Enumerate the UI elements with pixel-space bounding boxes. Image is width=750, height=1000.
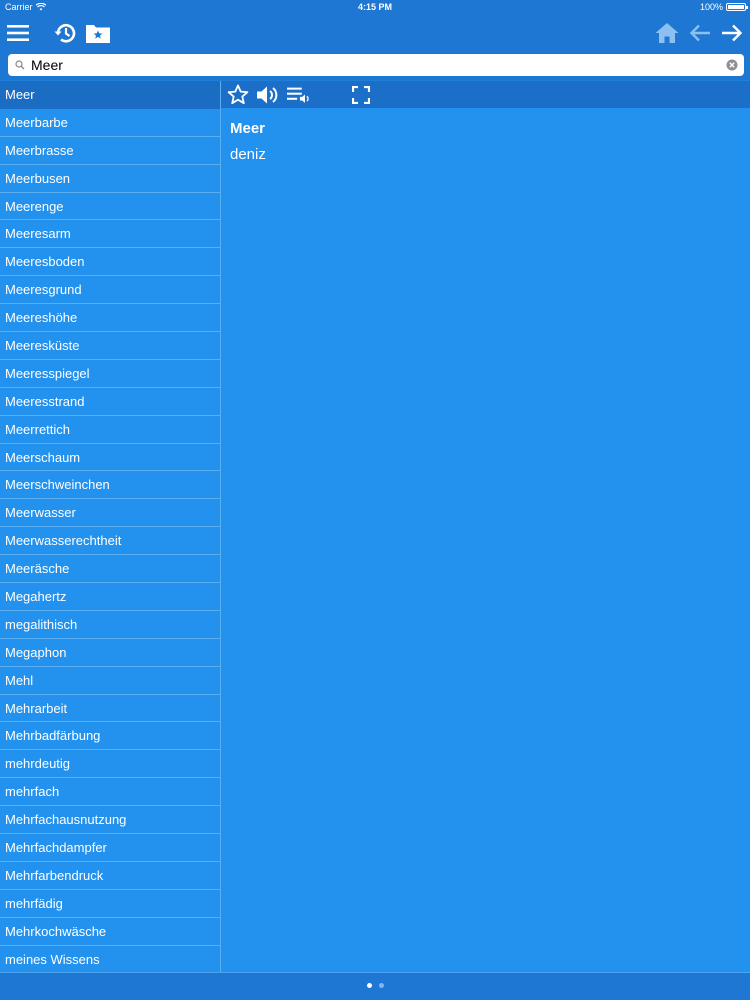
star-icon[interactable] [226, 83, 250, 107]
word-list-item[interactable]: meines Wissens [0, 946, 220, 972]
word-list-item[interactable]: Meerbarbe [0, 109, 220, 137]
word-list-item[interactable]: Mehrfarbendruck [0, 862, 220, 890]
word-list-item[interactable]: Meeresküste [0, 332, 220, 360]
battery-percent: 100% [699, 2, 723, 12]
word-list-item[interactable]: Mehl [0, 667, 220, 695]
word-list-item[interactable]: Meereshöhe [0, 304, 220, 333]
word-list-item[interactable]: Meerbrasse [0, 137, 220, 165]
search-input[interactable] [28, 55, 724, 75]
navigation-bar [0, 14, 750, 52]
word-list-item[interactable]: Meer [0, 81, 220, 109]
word-list-item[interactable]: Meerwasserechtheit [0, 527, 220, 556]
word-list-item[interactable]: Meeresboden [0, 248, 220, 277]
clear-search-icon[interactable] [724, 57, 740, 73]
search-bar [0, 52, 750, 80]
back-arrow-icon[interactable] [687, 20, 713, 46]
word-list-item[interactable]: Meerbusen [0, 165, 220, 193]
word-list-item[interactable]: Meeresstrand [0, 388, 220, 416]
page-indicator [0, 983, 750, 988]
entry-toolbar [221, 81, 750, 108]
entry-translation: deniz [230, 146, 266, 163]
word-list-item[interactable]: Mehrarbeit [0, 695, 220, 723]
word-list-item[interactable]: Meeresgrund [0, 276, 220, 305]
word-list-item[interactable]: Meeresspiegel [0, 360, 220, 388]
entry-detail-pane: Meer deniz [221, 108, 750, 972]
menu-icon[interactable] [5, 20, 31, 46]
page-dot[interactable] [366, 983, 372, 988]
bookmark-folder-icon[interactable] [85, 20, 111, 46]
word-list-item[interactable]: Mehrkochwäsche [0, 918, 220, 946]
word-list-item[interactable]: Meerrettich [0, 416, 220, 444]
word-list-item[interactable]: Meerwasser [0, 499, 220, 528]
search-field[interactable] [8, 54, 744, 76]
forward-arrow-icon[interactable] [719, 20, 745, 46]
word-list-item[interactable]: Meeresarm [0, 220, 220, 249]
home-icon[interactable] [654, 20, 680, 46]
word-list-item[interactable]: Megaphon [0, 639, 220, 667]
word-list-item[interactable]: Mehrfachausnutzung [0, 806, 220, 835]
word-list-item[interactable]: Meeräsche [0, 555, 220, 584]
playlist-audio-icon[interactable] [287, 83, 311, 107]
word-list-item[interactable]: Mehrbadfärbung [0, 722, 220, 751]
history-icon[interactable] [52, 20, 78, 46]
entry-headword: Meer [230, 120, 266, 137]
bottom-bar [0, 972, 750, 1000]
word-list-item[interactable]: mehrdeutig [0, 750, 220, 779]
word-list: Meer Meerbarbe Meerbrasse Meerbusen Meerenge… [0, 81, 220, 972]
battery-indicator: 100% [699, 2, 748, 12]
status-bar: Carrier 4:15 PM 100% [0, 0, 750, 14]
page-dot[interactable] [378, 983, 384, 988]
word-list-item[interactable]: Mehrfachdampfer [0, 834, 220, 862]
word-list-item[interactable]: Meerschaum [0, 444, 220, 472]
word-list-item[interactable]: Meerenge [0, 193, 220, 221]
word-list-item[interactable]: Meerschweinchen [0, 471, 220, 500]
search-icon [12, 57, 28, 73]
speaker-icon[interactable] [255, 83, 279, 107]
fullscreen-icon[interactable] [349, 83, 373, 107]
word-list-item[interactable]: megalithisch [0, 611, 220, 639]
word-list-item[interactable]: Megahertz [0, 583, 220, 611]
word-list-item[interactable]: mehrfach [0, 778, 220, 807]
word-list-item[interactable]: mehrfädig [0, 890, 220, 918]
clock: 4:15 PM [357, 2, 392, 12]
battery-icon [726, 3, 748, 11]
